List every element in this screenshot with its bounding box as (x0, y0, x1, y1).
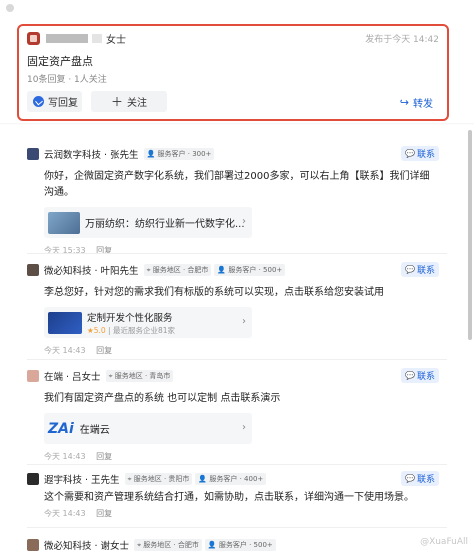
answer-author: 云润数字科技 · 张先生 (44, 149, 139, 161)
answer-author: 在端 · 吕女士 (44, 371, 101, 383)
attachment-thumbnail (48, 211, 80, 234)
answer-header: 微必知科技 · 叶阳先生 ⌖ 服务地区 · 合肥市 👤 服务客户 · 500+ (27, 262, 447, 277)
question-title: 固定资产盘点 (27, 55, 93, 68)
answer-author: 遐宇科技 · 王先生 (44, 474, 120, 486)
follow-button[interactable]: ＋ 关注 (91, 91, 167, 112)
chat-icon: 💬 (405, 265, 415, 274)
divider (27, 464, 447, 465)
write-reply-button[interactable]: 写回复 (27, 91, 82, 112)
chat-icon: 💬 (405, 371, 415, 380)
question-header: 女士 发布于今天 14:42 (27, 30, 439, 46)
redacted-name-part (92, 33, 102, 43)
reply-link[interactable]: 回复 (96, 452, 112, 461)
page: 女士 发布于今天 14:42 固定资产盘点 10条回复 · 1人关注 写回复 ＋… (0, 0, 474, 553)
attachment-card[interactable]: ZAi 在端云 › (44, 413, 252, 444)
answer-meta: 今天 14:43 回复 (27, 451, 447, 462)
answer-text: 李总您好，针对您的需求我们有标版的系统可以实现，点击联系给您安装试用 (44, 287, 384, 298)
contact-button[interactable]: 💬 联系 (401, 471, 439, 486)
service-tag: 👤 服务客户 · 500+ (214, 263, 286, 276)
attachment-title: 在端云 (79, 425, 110, 436)
chat-icon: 💬 (405, 474, 415, 483)
attachment-title: 定制开发个性化服务 (87, 312, 173, 324)
answer-meta: 今天 15:33 回复 (27, 245, 447, 256)
window-dot (6, 4, 14, 12)
redacted-name (46, 33, 88, 43)
contact-button[interactable]: 💬 联系 (401, 262, 439, 277)
author-name: 女士 (106, 34, 126, 46)
plus-icon: ＋ (110, 95, 123, 109)
answer-text: 你好，企微固定资产数字化系统，我们部署过2000多家，可以右上角【联系】我们详细… (44, 171, 430, 198)
attachment-card[interactable]: 万丽纺织：纺织行业新一代数字化... › (44, 207, 252, 238)
follow-label: 关注 (127, 98, 147, 109)
attachment-title: 万丽纺织：纺织行业新一代数字化... (85, 219, 245, 230)
answer-item: 遐宇科技 · 王先生 ⌖ 服务地区 · 贵阳市 👤 服务客户 · 400+ 💬 联… (27, 471, 447, 519)
chevron-right-icon: › (242, 422, 246, 433)
answer-text: 我们有固定资产盘点的系统 也可以定制 点击联系演示 (44, 393, 281, 404)
attachment-card[interactable]: 定制开发个性化服务 ★5.0 | 最近服务企业81家 › (44, 307, 252, 338)
contact-button[interactable]: 💬 联系 (401, 146, 439, 161)
answer-text: 这个需要和资产管理系统结合打通，如需协助，点击联系，详细沟通一下使用场景。 (44, 492, 414, 503)
service-tag: 👤 服务客户 · 500+ (204, 538, 276, 551)
avatar (27, 538, 39, 551)
question-stats: 10条回复 · 1人关注 (27, 75, 107, 85)
chevron-right-icon: › (242, 316, 246, 327)
write-reply-label: 写回复 (48, 98, 78, 109)
avatar (27, 31, 40, 45)
region-tag: ⌖ 服务地区 · 合肥市 (134, 538, 202, 551)
answer-meta: 今天 14:43 回复 (27, 508, 447, 519)
region-tag: ⌖ 服务地区 · 贵阳市 (124, 472, 193, 485)
avatar (27, 263, 39, 276)
answer-item: 微必知科技 · 谢女士 ⌖ 服务地区 · 合肥市 👤 服务客户 · 500+ (27, 537, 447, 552)
answer-item: 在端 · 吕女士 ⌖ 服务地区 · 青岛市 💬 联系 我们有固定资产盘点的系统 也… (27, 368, 447, 462)
scrollbar[interactable] (468, 130, 472, 340)
answer-time: 今天 14:43 (44, 509, 86, 518)
post-time: 发布于今天 14:42 (365, 34, 439, 45)
reply-link[interactable]: 回复 (96, 346, 112, 355)
answer-header: 微必知科技 · 谢女士 ⌖ 服务地区 · 合肥市 👤 服务客户 · 500+ (27, 537, 447, 552)
answer-author: 微必知科技 · 谢女士 (44, 540, 130, 552)
answer-meta: 今天 14:43 回复 (27, 345, 447, 356)
attachment-thumbnail (48, 311, 82, 334)
chevron-right-icon: › (242, 216, 246, 227)
avatar (27, 147, 39, 160)
attachment-text: 定制开发个性化服务 ★5.0 | 最近服务企业81家 (87, 310, 175, 336)
answer-header: 在端 · 吕女士 ⌖ 服务地区 · 青岛市 (27, 368, 447, 383)
share-icon: ↪ (399, 96, 409, 109)
answer-time: 今天 14:43 (44, 346, 86, 355)
forward-label: 转发 (413, 99, 433, 110)
attachment-sub: ★5.0 | 最近服务企业81家 (87, 325, 176, 335)
question-card: 女士 发布于今天 14:42 固定资产盘点 10条回复 · 1人关注 写回复 ＋… (17, 24, 449, 121)
answer-header: 云润数字科技 · 张先生 👤 服务客户 · 300+ (27, 146, 447, 161)
divider (27, 527, 447, 528)
avatar (27, 369, 39, 382)
star-icon: ★ (87, 325, 94, 335)
service-tag: 👤 服务客户 · 400+ (195, 472, 267, 485)
divider (27, 253, 447, 254)
avatar (27, 472, 39, 485)
region-tag: ⌖ 服务地区 · 合肥市 (143, 263, 212, 276)
edit-icon (33, 96, 44, 107)
forward-button[interactable]: ↪ 转发 (400, 95, 433, 110)
contact-button[interactable]: 💬 联系 (401, 368, 439, 383)
watermark: @XuaFuAll (420, 537, 468, 547)
answer-header: 遐宇科技 · 王先生 ⌖ 服务地区 · 贵阳市 👤 服务客户 · 400+ (27, 471, 447, 486)
service-tag: 👤 服务客户 · 300+ (143, 147, 215, 160)
answer-item: 云润数字科技 · 张先生 👤 服务客户 · 300+ 💬 联系 你好，企微固定资产… (27, 146, 447, 256)
answer-time: 今天 14:43 (44, 452, 86, 461)
chat-icon: 💬 (405, 149, 415, 158)
divider (0, 123, 474, 125)
answer-item: 微必知科技 · 叶阳先生 ⌖ 服务地区 · 合肥市 👤 服务客户 · 500+ … (27, 262, 447, 356)
reply-link[interactable]: 回复 (96, 509, 112, 518)
attachment-logo: ZAi (48, 420, 74, 437)
region-tag: ⌖ 服务地区 · 青岛市 (105, 369, 174, 382)
answer-author: 微必知科技 · 叶阳先生 (44, 265, 139, 277)
divider (27, 359, 447, 360)
